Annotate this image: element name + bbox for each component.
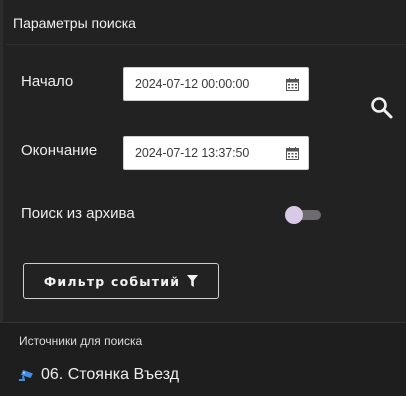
calendar-icon[interactable]	[286, 146, 299, 160]
filter-funnel-icon	[187, 275, 199, 287]
source-item-label: 06. Стоянка Въезд	[41, 366, 180, 383]
source-item[interactable]: 06. Стоянка Въезд	[18, 366, 179, 384]
search-parameters-window: Параметры поиска Начало 2024-07-12 00:00…	[0, 0, 406, 396]
event-filter-label: Фильтр событий	[43, 273, 181, 289]
toggle-knob	[285, 206, 303, 224]
start-datetime-value: 2024-07-12 00:00:00	[135, 77, 250, 91]
divider	[6, 44, 406, 45]
end-datetime-field[interactable]: 2024-07-12 13:37:50	[123, 136, 309, 170]
calendar-icon[interactable]	[286, 77, 299, 91]
start-datetime-field[interactable]: 2024-07-12 00:00:00	[123, 67, 309, 101]
panel-title: Параметры поиска	[13, 15, 136, 31]
archive-search-label: Поиск из архива	[21, 205, 135, 222]
end-datetime-value: 2024-07-12 13:37:50	[135, 146, 250, 160]
search-parameters-panel: Параметры поиска Начало 2024-07-12 00:00…	[0, 0, 406, 322]
search-button[interactable]	[369, 95, 395, 121]
event-filter-button[interactable]: Фильтр событий	[23, 263, 219, 299]
camera-icon	[18, 368, 35, 382]
search-sources-panel: Источники для поиска 06. Стоянка Въезд	[0, 322, 406, 396]
start-label: Начало	[21, 73, 74, 90]
sources-title: Источники для поиска	[19, 334, 143, 348]
end-label: Окончание	[21, 142, 98, 159]
archive-search-toggle[interactable]	[285, 206, 323, 224]
search-icon	[371, 97, 393, 119]
